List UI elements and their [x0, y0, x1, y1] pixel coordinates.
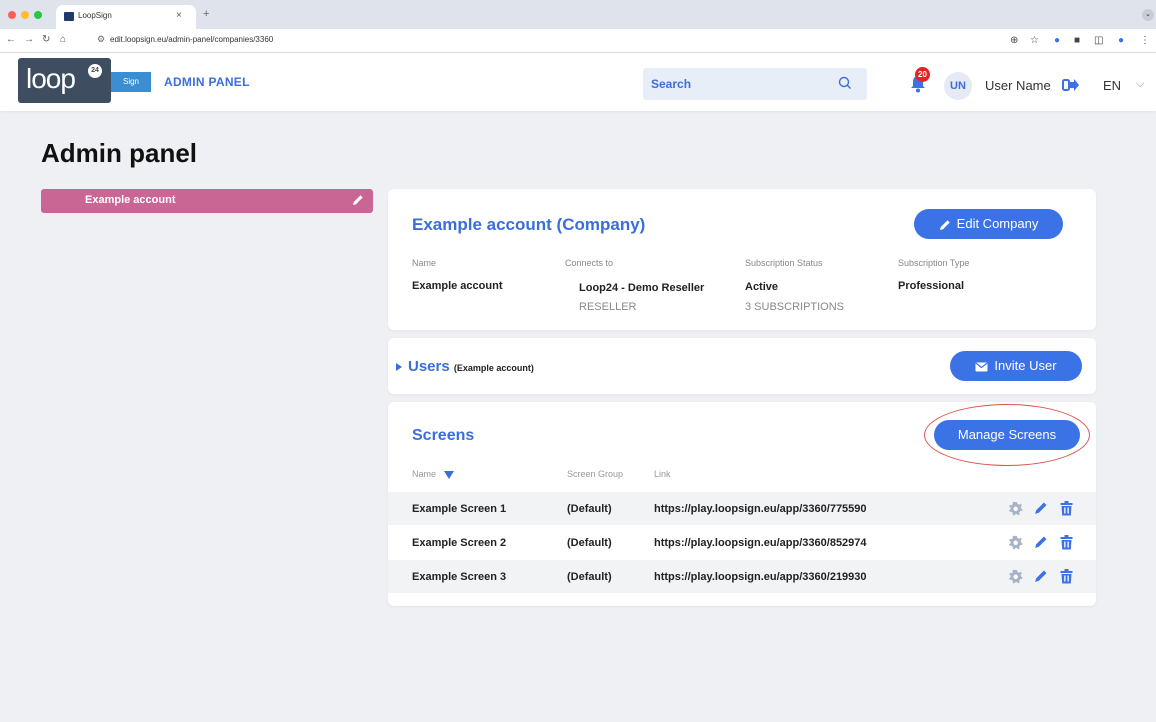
screen-link[interactable]: https://play.loopsign.eu/app/3360/219930	[654, 571, 867, 583]
forward-arrow-icon[interactable]: →	[24, 34, 34, 45]
users-subtitle: (Example account)	[453, 363, 534, 373]
pencil-icon[interactable]	[352, 194, 364, 206]
minimize-window-button[interactable]	[21, 11, 29, 19]
search-icon[interactable]	[837, 75, 853, 91]
sign-badge: Sign	[111, 72, 151, 92]
table-row: Example Screen 3 (Default) https://play.…	[388, 560, 1096, 593]
status-value: Active	[745, 281, 779, 293]
invite-user-button[interactable]: Invite User	[950, 351, 1082, 381]
gear-icon[interactable]	[1008, 569, 1023, 584]
sidebar-item-label: Example account	[85, 194, 176, 206]
name-value: Example account	[412, 280, 503, 292]
gear-icon[interactable]	[1008, 501, 1023, 516]
gear-icon[interactable]	[1008, 535, 1023, 550]
logo-text: loop	[26, 63, 76, 94]
users-toggle[interactable]: Users (Example account)	[396, 358, 534, 375]
pencil-icon	[939, 219, 950, 230]
chevron-down-icon[interactable]: ⌵	[1136, 78, 1144, 91]
screens-title: Screens	[412, 427, 475, 444]
browser-tab-bar: LoopSign × + ⌄	[0, 0, 1156, 29]
tab-title: LoopSign	[78, 11, 112, 20]
sidebar-item-account[interactable]: Example account	[41, 189, 373, 213]
pencil-icon[interactable]	[1034, 501, 1048, 515]
status-label: Subscription Status	[745, 258, 823, 268]
loopsign-favicon-icon	[64, 12, 74, 21]
edit-company-button[interactable]: Edit Company	[914, 209, 1063, 239]
url-text: edit.loopsign.eu/admin-panel/companies/3…	[110, 35, 274, 44]
tab-close-icon[interactable]: ×	[176, 10, 182, 21]
trash-icon[interactable]	[1060, 569, 1073, 584]
screen-group: (Default)	[567, 571, 612, 583]
status-sub: 3 SUBSCRIPTIONS	[745, 301, 845, 313]
company-title: Example account (Company)	[412, 215, 646, 234]
name-label: Name	[412, 258, 437, 268]
back-arrow-icon[interactable]: ←	[6, 34, 16, 45]
profile-icon[interactable]: ●	[1118, 35, 1124, 46]
app-header: loop 24 Sign ADMIN PANEL Search 20 UN Us…	[0, 53, 1156, 111]
screen-group: (Default)	[567, 503, 612, 515]
avatar[interactable]: UN	[944, 72, 972, 100]
browser-tab[interactable]: LoopSign ×	[56, 5, 196, 29]
connects-label: Connects to	[565, 258, 614, 268]
envelope-icon	[975, 362, 988, 372]
pencil-icon[interactable]	[1034, 535, 1048, 549]
screen-name: Example Screen 2	[412, 537, 507, 549]
logo-badge: 24	[88, 64, 102, 78]
screen-group: (Default)	[567, 537, 612, 549]
table-row: Example Screen 2 (Default) https://play.…	[388, 526, 1096, 559]
home-icon[interactable]: ⌂	[60, 34, 66, 45]
connects-sub: RESELLER	[579, 301, 637, 313]
screen-name: Example Screen 3	[412, 571, 507, 583]
search-input[interactable]: Search	[643, 68, 867, 100]
extensions-puzzle-icon[interactable]: ◫	[1094, 35, 1103, 46]
browser-address-bar: ← → ↻ ⌂ ⚙ edit.loopsign.eu/admin-panel/c…	[0, 29, 1156, 53]
highlight-annotation	[924, 404, 1090, 466]
column-header-name[interactable]: Name	[412, 469, 455, 479]
zoom-icon[interactable]: ⊕	[1010, 35, 1018, 46]
pencil-icon[interactable]	[1034, 569, 1048, 583]
column-header-link: Link	[654, 469, 671, 479]
connects-value: Loop24 - Demo Reseller	[579, 282, 705, 294]
search-placeholder: Search	[651, 77, 692, 91]
sort-descending-icon[interactable]	[444, 470, 455, 479]
type-label: Subscription Type	[898, 258, 970, 268]
logout-icon[interactable]	[1062, 77, 1080, 93]
column-header-group: Screen Group	[567, 469, 624, 479]
column-header-label: Name	[412, 469, 437, 479]
close-window-button[interactable]	[8, 11, 16, 19]
extension-icon[interactable]: ■	[1074, 35, 1080, 46]
screen-link[interactable]: https://play.loopsign.eu/app/3360/852974	[654, 537, 867, 549]
browser-menu-icon[interactable]: ⋮	[1140, 35, 1150, 46]
edit-company-label: Edit Company	[956, 216, 1039, 231]
loop24-logo[interactable]: loop 24	[18, 58, 111, 103]
type-value: Professional	[898, 280, 965, 292]
notification-count-badge: 20	[915, 67, 930, 82]
bookmark-star-icon[interactable]: ☆	[1030, 35, 1039, 46]
table-row: Example Screen 1 (Default) https://play.…	[388, 492, 1096, 525]
admin-panel-title: ADMIN PANEL	[164, 75, 250, 89]
users-card: Users (Example account) Invite User	[388, 338, 1096, 394]
extension-icon[interactable]: ●	[1054, 35, 1060, 46]
language-selector[interactable]: EN	[1103, 78, 1121, 93]
trash-icon[interactable]	[1060, 501, 1073, 516]
users-title: Users	[408, 358, 450, 375]
company-card: Example account (Company) Edit Company N…	[388, 189, 1096, 330]
tab-search-chevron-icon[interactable]: ⌄	[1142, 9, 1154, 21]
expand-triangle-icon	[396, 363, 402, 372]
trash-icon[interactable]	[1060, 535, 1073, 550]
invite-user-label: Invite User	[994, 358, 1057, 373]
new-tab-button[interactable]: +	[203, 8, 209, 20]
screen-link[interactable]: https://play.loopsign.eu/app/3360/775590	[654, 503, 867, 515]
reload-icon[interactable]: ↻	[42, 34, 50, 45]
site-settings-icon[interactable]: ⚙	[97, 34, 105, 45]
page-title: Admin panel	[41, 138, 198, 168]
maximize-window-button[interactable]	[34, 11, 42, 19]
screen-name: Example Screen 1	[412, 503, 507, 515]
url-field[interactable]: ⚙ edit.loopsign.eu/admin-panel/companies…	[92, 32, 972, 49]
user-name[interactable]: User Name	[985, 78, 1051, 93]
